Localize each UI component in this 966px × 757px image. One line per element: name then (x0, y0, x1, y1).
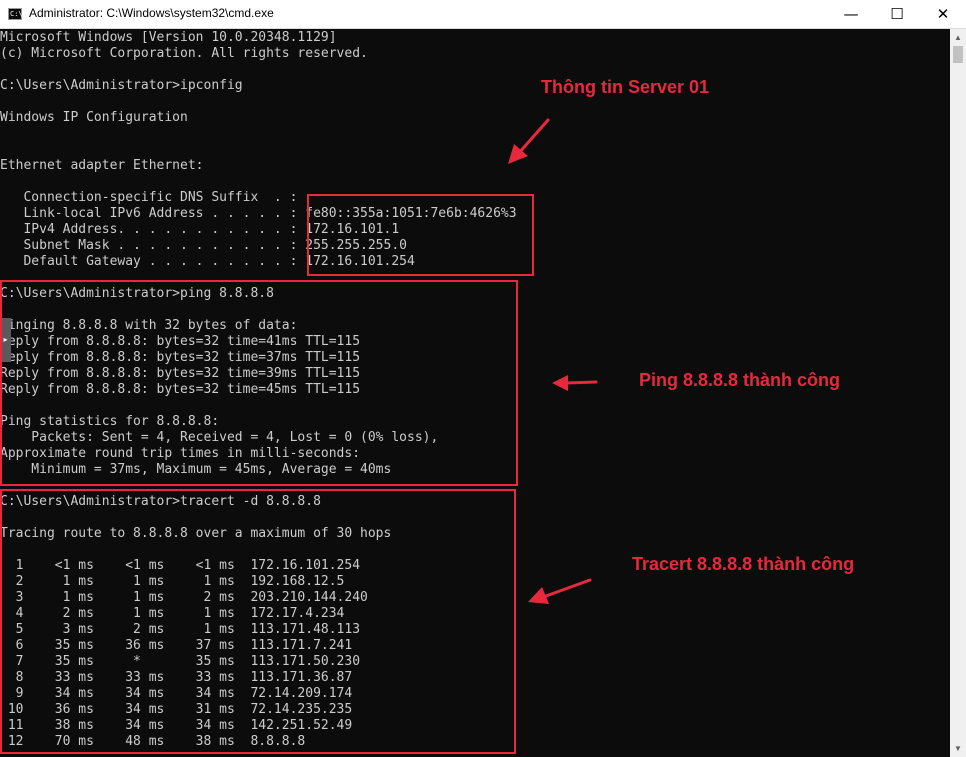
scroll-up-arrow-icon[interactable]: ▲ (950, 29, 966, 46)
arrow-icon (528, 578, 592, 604)
close-button[interactable]: ✕ (920, 0, 966, 28)
scroll-thumb[interactable] (953, 46, 963, 63)
scroll-down-arrow-icon[interactable]: ▼ (950, 740, 966, 757)
tracert-highlight-box (0, 489, 516, 754)
console-line: Microsoft Windows [Version 10.0.20348.11… (0, 30, 337, 45)
console-line: Connection-specific DNS Suffix . : (0, 190, 298, 205)
console-line: (c) Microsoft Corporation. All rights re… (0, 46, 368, 61)
console-line: C:\Users\Administrator>ipconfig (0, 78, 243, 93)
ping-highlight-box (0, 280, 518, 486)
window-title: Administrator: C:\Windows\system32\cmd.e… (29, 6, 274, 20)
network-info-highlight-box (307, 194, 534, 276)
console-line: Windows IP Configuration (0, 110, 188, 125)
minimize-button[interactable]: — (828, 0, 874, 28)
arrow-icon (552, 375, 598, 391)
maximize-button[interactable]: ☐ (874, 0, 920, 28)
cmd-icon: C:\ (8, 8, 23, 20)
console-line: Ethernet adapter Ethernet: (0, 158, 204, 173)
arrow-icon (508, 118, 550, 164)
server-info-annotation: Thông tin Server 01 (541, 77, 710, 97)
vertical-scrollbar[interactable]: ▲ ▼ (950, 29, 966, 757)
ping-success-annotation: Ping 8.8.8.8 thành công (639, 370, 841, 390)
tracert-success-annotation: Tracert 8.8.8.8 thành công (632, 554, 855, 574)
title-bar: C:\ Administrator: C:\Windows\system32\c… (0, 0, 966, 29)
